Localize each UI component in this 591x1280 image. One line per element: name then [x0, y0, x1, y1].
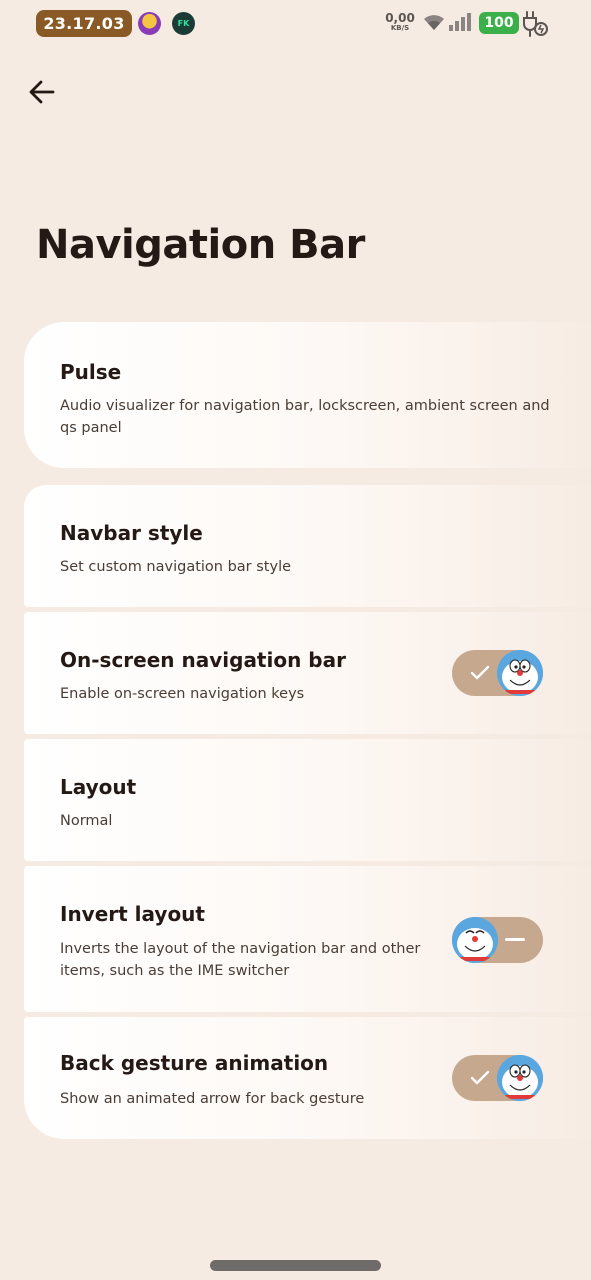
check-icon	[468, 661, 492, 685]
setting-summary: Inverts the layout of the navigation bar…	[60, 941, 421, 979]
on-screen-navigation-bar-toggle[interactable]	[452, 650, 543, 696]
battery-indicator: 100	[479, 12, 519, 34]
charging-icon	[521, 10, 551, 42]
setting-title: Layout	[60, 775, 137, 799]
page-title: Navigation Bar	[36, 222, 365, 268]
doraemon-face-icon	[497, 1055, 543, 1101]
network-speed: 0,00 KB/S	[384, 12, 416, 32]
fk-app-icon: FK	[172, 12, 195, 35]
minus-icon	[503, 928, 527, 952]
back-button[interactable]	[24, 76, 60, 112]
setting-summary: Audio visualizer for navigation bar, loc…	[60, 398, 550, 436]
setting-title: Navbar style	[60, 521, 203, 545]
network-speed-value: 0,00	[385, 11, 415, 25]
setting-title: Invert layout	[60, 902, 205, 926]
on-screen-navigation-bar-setting[interactable]: On-screen navigation bar Enable on-scree…	[24, 612, 591, 734]
game-app-icon	[138, 12, 161, 35]
doraemon-face-icon	[497, 650, 543, 696]
setting-summary: Set custom navigation bar style	[60, 559, 292, 575]
setting-summary: Enable on-screen navigation keys	[60, 686, 305, 702]
setting-title: Back gesture animation	[60, 1051, 329, 1075]
back-gesture-animation-setting[interactable]: Back gesture animation Show an animated …	[24, 1017, 591, 1139]
layout-setting[interactable]: Layout Normal	[24, 739, 591, 861]
check-icon	[468, 1066, 492, 1090]
pulse-setting[interactable]: Pulse Audio visualizer for navigation ba…	[24, 322, 591, 468]
back-gesture-animation-toggle[interactable]	[452, 1055, 543, 1101]
invert-layout-toggle[interactable]	[452, 917, 543, 963]
navbar-style-setting[interactable]: Navbar style Set custom navigation bar s…	[24, 485, 591, 607]
invert-layout-setting[interactable]: Invert layout Inverts the layout of the …	[24, 866, 591, 1012]
gesture-navigation-handle[interactable]	[210, 1260, 381, 1271]
network-speed-unit: KB/S	[390, 24, 410, 32]
setting-summary: Show an animated arrow for back gesture	[60, 1091, 365, 1107]
doraemon-face-icon	[452, 917, 498, 963]
cell-signal-icon	[448, 12, 472, 36]
status-clock: 23.17.03	[36, 10, 132, 37]
setting-title: Pulse	[60, 360, 122, 384]
setting-title: On-screen navigation bar	[60, 648, 346, 672]
back-arrow-icon	[28, 78, 56, 110]
setting-summary: Normal	[60, 813, 113, 829]
wifi-icon	[422, 12, 446, 36]
status-bar: 23.17.03 FK 0,00 KB/S 100	[0, 0, 591, 48]
